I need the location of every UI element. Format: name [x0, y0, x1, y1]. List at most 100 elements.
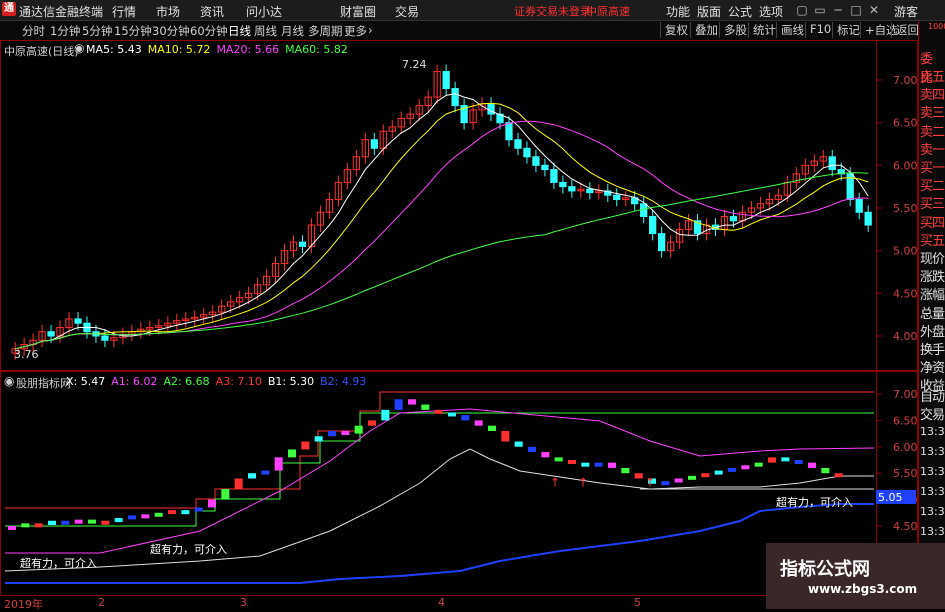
high-price-label: 7.24: [402, 58, 427, 71]
guest-user[interactable]: 游客: [894, 3, 918, 20]
tab-30min[interactable]: 30分钟: [152, 23, 190, 39]
tick-time-2: 13:34: [920, 465, 945, 478]
tab-5min[interactable]: 5分钟: [82, 23, 112, 39]
price-ytick-1: 6.50: [893, 117, 918, 130]
window-maximize-icon[interactable]: □: [847, 2, 865, 18]
indicator-bar: [221, 489, 230, 500]
price-ytick-0: 7.00: [893, 74, 918, 87]
x-tick-mar: 3: [240, 596, 247, 609]
menu-quotes[interactable]: 行情: [112, 3, 136, 20]
tab-1min[interactable]: 1分钟: [50, 23, 80, 39]
indicator-bar: [661, 481, 670, 486]
draw-line-button[interactable]: 画线: [776, 22, 804, 38]
ind-ytick-1: 6.50: [893, 414, 918, 427]
candle-body: [523, 147, 531, 158]
candle-body: [514, 139, 522, 149]
indicator-bar: [821, 467, 830, 474]
indicator-bar: [394, 399, 403, 410]
indicator-bar: [128, 515, 136, 520]
candle-body: [640, 203, 648, 218]
quote-field-3: 卖二: [920, 124, 945, 140]
indicator-bar: [514, 441, 523, 447]
candle-body: [613, 194, 621, 200]
menu-layout[interactable]: 版面: [697, 3, 721, 20]
signal-annotation: 超有力，可介入: [20, 556, 97, 570]
indicator-bar: [714, 470, 723, 475]
x-tick-may: 5: [634, 596, 641, 609]
tab-monthly[interactable]: 月线: [281, 23, 304, 39]
quote-field-15: 换手: [920, 343, 945, 358]
tab-daily[interactable]: 日线: [228, 23, 251, 39]
a2-line: [5, 412, 874, 527]
window-restore-icon[interactable]: ▢: [793, 2, 811, 18]
menu-functions[interactable]: 功能: [666, 3, 690, 20]
mark-button[interactable]: 标记: [832, 22, 860, 38]
menu-ask[interactable]: 问小达: [246, 3, 282, 20]
low-price-label: 3.76: [14, 348, 39, 361]
signal-annotation: 超有力，可介入: [776, 495, 853, 509]
candle-body: [370, 139, 378, 149]
indicator-bar: [808, 462, 816, 468]
tab-multi-period[interactable]: 多周期: [308, 23, 343, 39]
x-tick-2019: 2019年: [4, 598, 43, 611]
login-status[interactable]: 证券交易未登录: [514, 3, 591, 19]
indicator-bar: [141, 514, 150, 519]
indicator-bar: [341, 430, 350, 435]
a3-line: [5, 391, 874, 509]
candle-body: [451, 88, 459, 107]
menu-trade[interactable]: 交易: [395, 3, 419, 20]
indicator-bar: [261, 470, 270, 475]
candle-body: [586, 188, 594, 194]
quote-field-12: 涨幅: [920, 288, 945, 304]
back-button[interactable]: 返回: [891, 22, 919, 38]
candle-body: [559, 181, 567, 188]
f10-button[interactable]: F10: [805, 22, 831, 38]
indicator-bar: [621, 467, 630, 474]
indicator-bar: [48, 520, 56, 525]
statistics-button[interactable]: 统计: [748, 22, 776, 38]
quote-field-2: 卖三: [920, 106, 945, 122]
menu-wealth[interactable]: 财富圈: [340, 3, 376, 20]
menu-formula[interactable]: 公式: [728, 3, 752, 20]
candle-body: [855, 198, 863, 213]
quote-field-11: 涨跌: [920, 270, 945, 286]
quote-field-16: 净资: [920, 361, 945, 377]
watermark-url: www.zbgs3.com: [808, 582, 918, 596]
tick-time-3: 13:35: [920, 485, 945, 498]
price-kline-chart[interactable]: 7.00 6.50 6.00 5.50 5.00 4.50 4.00 7.24 3.76: [0, 40, 918, 371]
window-close-icon[interactable]: ✕: [865, 2, 883, 18]
multi-stock-button[interactable]: 多股: [719, 22, 747, 38]
indicator-bar: [768, 457, 776, 463]
tab-15min[interactable]: 15分钟: [114, 23, 152, 39]
overlay-button[interactable]: 叠加: [690, 22, 718, 38]
app-title: 通达信金融终端: [19, 5, 104, 19]
menu-options[interactable]: 选项: [759, 3, 783, 20]
indicator-bar: [181, 510, 190, 515]
restore-rights-button[interactable]: 复权: [660, 22, 688, 38]
candle-body: [47, 331, 55, 337]
candle-body: [649, 216, 657, 235]
tab-timeshare[interactable]: 分时: [22, 23, 45, 39]
indicator-bar: [21, 523, 30, 528]
quote-field-13: 总量: [920, 306, 945, 322]
indicator-bar: [248, 473, 256, 479]
menu-market[interactable]: 市场: [156, 3, 180, 20]
signal-annotation: 超有力，可介入: [150, 542, 227, 556]
tab-more[interactable]: 更多: [344, 23, 367, 39]
candle-body: [828, 156, 836, 171]
price-ytick-5: 4.50: [893, 287, 918, 300]
indicator-bar: [354, 425, 363, 434]
chevron-right-icon[interactable]: ›: [368, 23, 373, 37]
window-minimize-icon[interactable]: ─: [829, 2, 847, 18]
tab-60min[interactable]: 60分钟: [190, 23, 228, 39]
window-panel-icon[interactable]: ▭: [811, 2, 829, 18]
candle-body: [729, 216, 738, 222]
tab-weekly[interactable]: 周线: [254, 23, 277, 39]
ind-ytick-2: 6.00: [893, 441, 918, 454]
indicator-bar: [301, 441, 310, 450]
candle-body: [442, 70, 450, 90]
menu-news[interactable]: 资讯: [200, 3, 224, 20]
indicator-bar: [288, 449, 296, 458]
indicator-bar: [501, 430, 510, 442]
indicator-bar: [61, 520, 70, 525]
